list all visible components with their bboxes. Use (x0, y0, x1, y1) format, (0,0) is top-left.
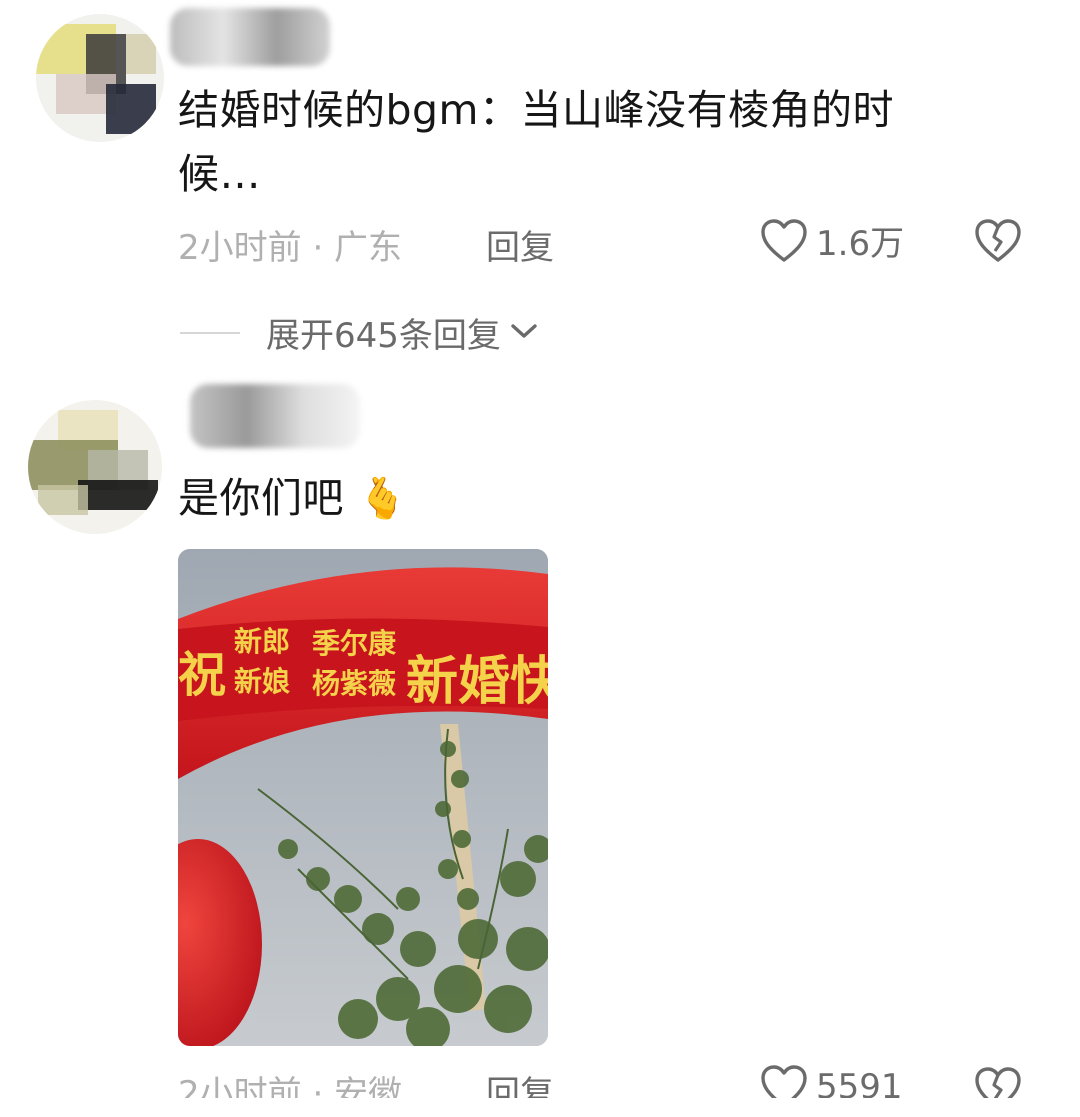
avatar-image (28, 400, 162, 534)
avatar[interactable] (36, 14, 164, 142)
divider-line (180, 331, 240, 334)
wedding-arch-photo: 祝 新郎 季尔康 新娘 杨紫薇 新婚快 (178, 549, 548, 1046)
comment-text: 结婚时候的bgm：当山峰没有棱角的时 候… (178, 78, 894, 206)
banner-text: 祝 (178, 647, 226, 703)
heart-outline-icon (761, 218, 807, 262)
banner-text: 新郎 (234, 625, 290, 658)
banner-text: 新婚快 (406, 652, 548, 712)
comment-time-location: 2小时前 · 广东 (178, 228, 403, 268)
banner-text: 杨紫薇 (312, 667, 396, 700)
username-redacted[interactable] (170, 8, 330, 66)
expand-replies-label: 展开645条回复 (266, 316, 501, 356)
like-button[interactable]: 1.6万 (760, 216, 904, 265)
comment-text-line: 候… (178, 150, 261, 198)
comment-text-line: 结婚时候的bgm：当山峰没有棱角的时 (178, 86, 894, 134)
screen-bottom-edge (0, 1098, 1080, 1117)
banner-text: 新娘 (234, 665, 290, 698)
avatar-image (36, 14, 164, 142)
banner-text: 季尔康 (312, 627, 397, 660)
username-redacted[interactable] (190, 384, 360, 448)
avatar[interactable] (28, 400, 162, 534)
reply-button[interactable]: 回复 (486, 220, 554, 269)
broken-heart-icon (975, 219, 1021, 262)
chevron-down-icon (509, 321, 539, 345)
comment-photo[interactable]: 祝 新郎 季尔康 新娘 杨紫薇 新婚快 (178, 549, 548, 1046)
expand-replies-button[interactable]: 展开645条回复 (180, 308, 539, 357)
comment-text-line: 是你们吧 (178, 474, 344, 522)
dislike-button[interactable] (974, 218, 1022, 268)
comment-text: 是你们吧 🫰 (178, 466, 408, 531)
finger-heart-emoji: 🫰 (357, 476, 408, 522)
like-count: 1.6万 (816, 224, 905, 264)
